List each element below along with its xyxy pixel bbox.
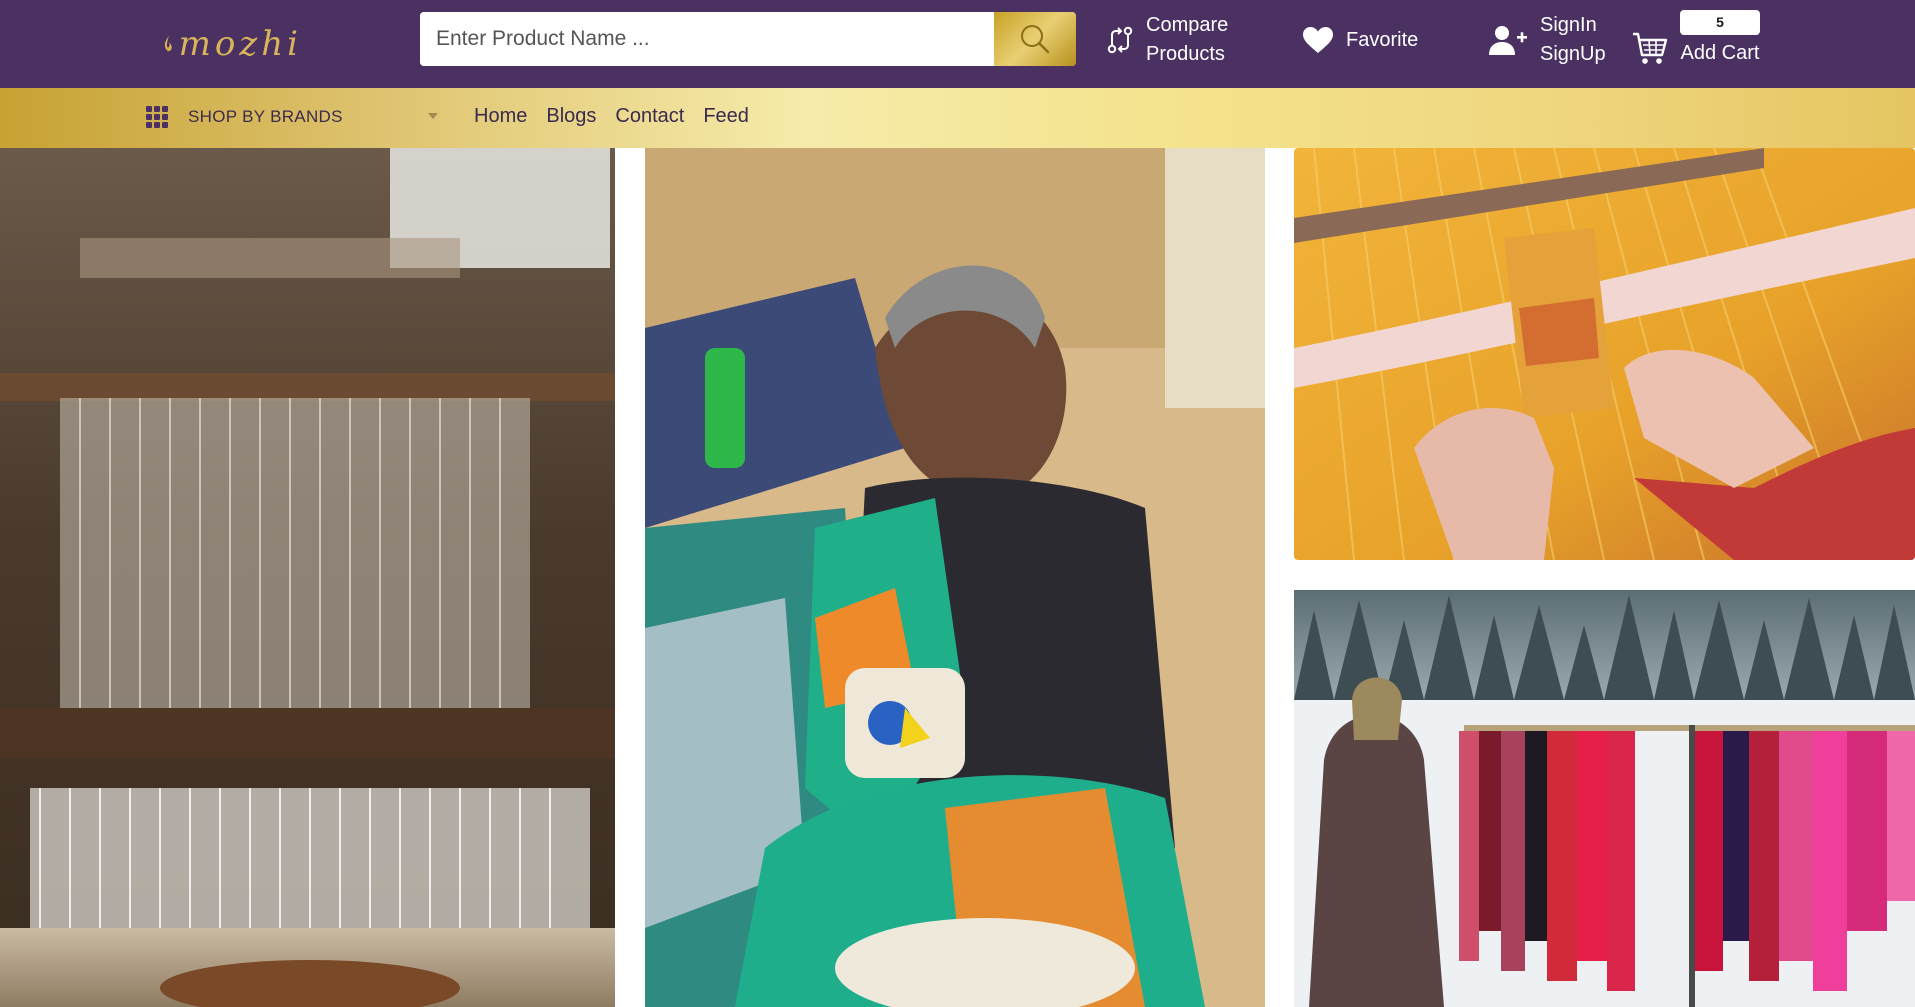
nav-link-feed[interactable]: Feed <box>703 105 749 128</box>
cart-icon <box>1632 31 1668 67</box>
shop-by-brands-label: SHOP BY BRANDS <box>188 107 343 126</box>
heart-icon <box>1302 26 1334 54</box>
compare-label-line2: Products <box>1146 43 1225 65</box>
search-bar <box>420 12 1076 66</box>
user-plus-icon <box>1488 24 1528 56</box>
flame-leaf-icon <box>164 36 172 52</box>
search-button[interactable] <box>994 12 1076 66</box>
gallery-image-hands-weaving[interactable] <box>1294 148 1915 560</box>
gallery-image-shawls-snow[interactable] <box>1294 590 1915 1007</box>
signin-label: SignIn <box>1540 14 1597 36</box>
compare-arrows-icon <box>1106 25 1134 55</box>
shop-by-brands-dropdown[interactable]: SHOP BY BRANDS <box>146 106 438 128</box>
chevron-down-icon <box>428 113 438 119</box>
gallery-image-pottery-artisan[interactable] <box>645 148 1265 1007</box>
cart-count-badge: 5 <box>1680 10 1760 35</box>
main-nav-bar: SHOP BY BRANDS Home Blogs Contact Feed <box>0 88 1915 148</box>
nav-link-blogs[interactable]: Blogs <box>546 105 596 128</box>
cart-button[interactable]: 5 Add Cart <box>1632 4 1760 74</box>
nav-link-home[interactable]: Home <box>474 105 527 128</box>
site-logo[interactable]: mozhi <box>162 14 302 74</box>
search-icon <box>1021 25 1050 54</box>
nav-link-contact[interactable]: Contact <box>615 105 684 128</box>
logo-text: mozhi <box>178 24 302 64</box>
cart-label: Add Cart <box>1680 42 1760 64</box>
favorite-button[interactable]: Favorite <box>1302 10 1418 70</box>
signup-label: SignUp <box>1540 43 1606 65</box>
signin-signup-button[interactable]: SignIn SignUp <box>1488 10 1606 70</box>
compare-label-line1: Compare <box>1146 14 1229 36</box>
grid-icon <box>146 106 168 128</box>
favorite-label: Favorite <box>1346 28 1419 51</box>
gallery-image-handloom[interactable] <box>0 148 615 1007</box>
top-header: mozhi Compare Products <box>0 0 1915 88</box>
search-input[interactable] <box>420 12 994 66</box>
nav-links: Home Blogs Contact Feed <box>474 105 768 128</box>
compare-products-button[interactable]: Compare Products <box>1106 10 1228 70</box>
